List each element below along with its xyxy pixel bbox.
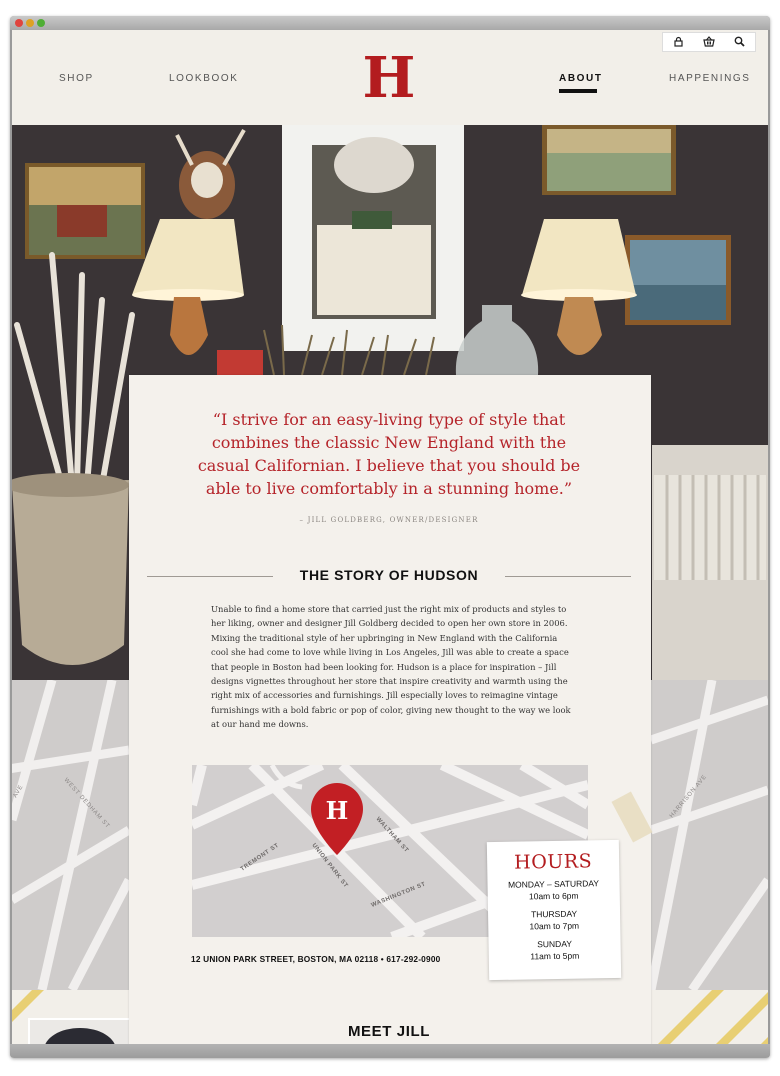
window-titlebar <box>10 16 770 30</box>
founder-quote: “I strive for an easy-living type of sty… <box>197 410 581 498</box>
title-rule-left <box>147 576 273 577</box>
browser-window: SHOP LOOKBOOK H ABOUT HAPPENINGS WEST DE… <box>10 16 770 1058</box>
hours-time: 10am to 6pm <box>528 890 579 902</box>
meet-jill-title: MEET JILL <box>347 1023 431 1040</box>
story-title: THE STORY OF HUDSON <box>299 567 479 583</box>
nav-lookbook[interactable]: LOOKBOOK <box>169 73 239 84</box>
basket-icon[interactable] <box>703 35 715 49</box>
nav-active-indicator <box>559 89 597 93</box>
utility-bar <box>662 32 756 52</box>
lock-icon[interactable] <box>673 36 684 49</box>
zoom-window-button[interactable] <box>37 19 45 27</box>
tape-strip <box>611 791 653 843</box>
pin-letter: H <box>326 796 349 825</box>
hours-card: HOURS MONDAY – SATURDAY 10am to 6pm THUR… <box>486 839 622 981</box>
hours-time: 10am to 7pm <box>529 920 580 932</box>
site-logo[interactable]: H <box>354 50 424 106</box>
window-bottom-bar <box>10 1044 770 1058</box>
nav-about[interactable]: ABOUT <box>559 73 603 84</box>
hours-day: THURSDAY <box>530 908 578 920</box>
minimize-window-button[interactable] <box>26 19 34 27</box>
hours-time: 11am to 5pm <box>530 950 580 962</box>
close-window-button[interactable] <box>15 19 23 27</box>
about-card: “I strive for an easy-living type of sty… <box>129 375 653 1058</box>
story-body: Unable to find a home store that carried… <box>211 604 571 730</box>
page-viewport: SHOP LOOKBOOK H ABOUT HAPPENINGS WEST DE… <box>12 30 768 1058</box>
site-header: SHOP LOOKBOOK H ABOUT HAPPENINGS <box>12 30 768 125</box>
search-icon[interactable] <box>734 36 745 49</box>
store-address: 12 UNION PARK STREET, BOSTON, MA 02118 •… <box>191 954 441 964</box>
nav-happenings[interactable]: HAPPENINGS <box>669 73 751 84</box>
hours-day: MONDAY – SATURDAY <box>507 878 600 890</box>
hours-title: HOURS <box>513 850 593 874</box>
nav-shop[interactable]: SHOP <box>59 73 94 84</box>
title-rule-right <box>505 576 631 577</box>
quote-attribution: – JILL GOLDBERG, OWNER/DESIGNER <box>299 516 479 524</box>
hours-day: SUNDAY <box>537 938 573 950</box>
